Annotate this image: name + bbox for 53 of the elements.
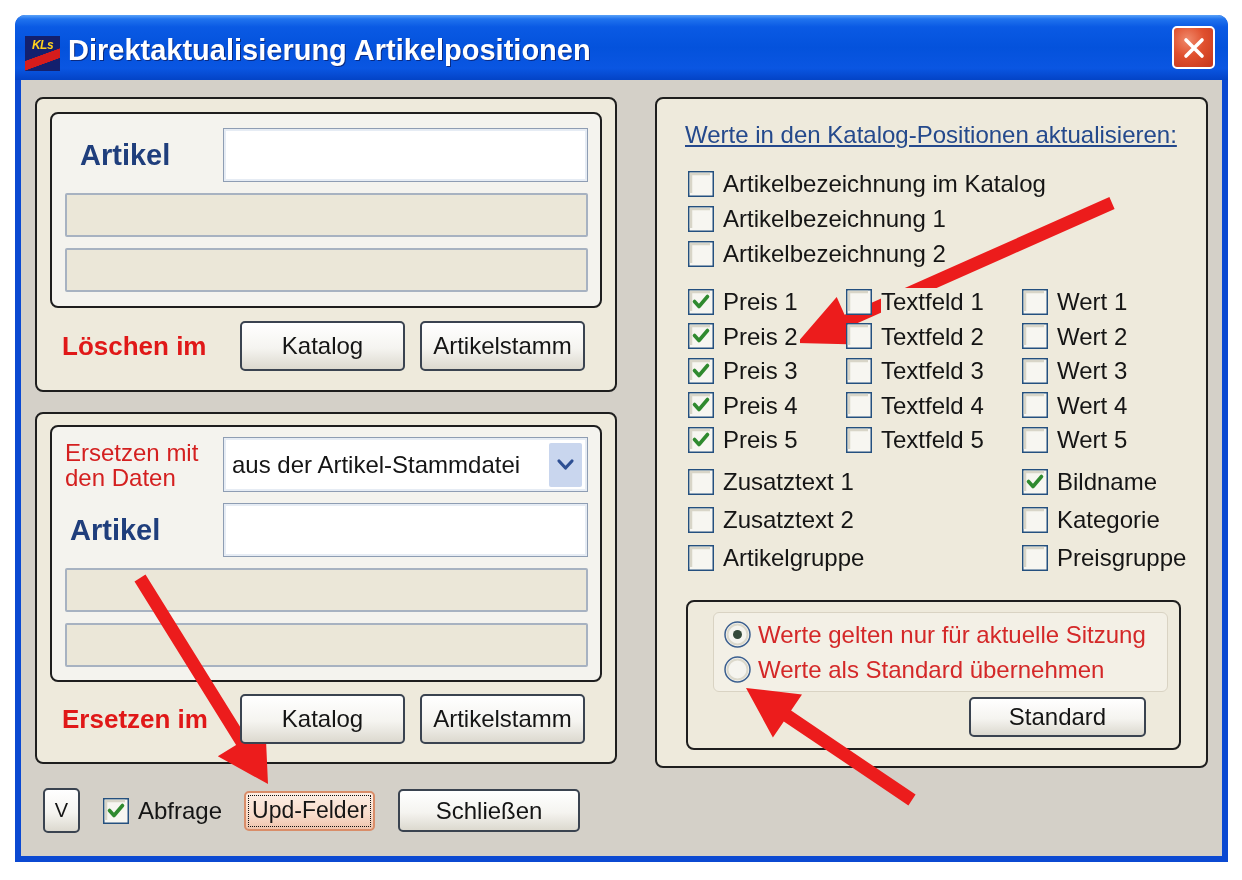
- checkbox-label: Abfrage: [138, 797, 223, 824]
- checkbox[interactable]: [846, 357, 872, 384]
- action-button[interactable]: Katalog: [240, 321, 405, 371]
- action-button[interactable]: Artikelstamm: [420, 321, 585, 371]
- field-label: Artikel: [69, 513, 162, 547]
- checkbox[interactable]: [1022, 357, 1048, 384]
- checkbox[interactable]: [688, 426, 714, 453]
- checkbox[interactable]: [846, 288, 872, 315]
- field-label: Artikel: [79, 138, 172, 172]
- checkbox[interactable]: [688, 357, 714, 384]
- close-button[interactable]: [1172, 26, 1215, 69]
- checkbox[interactable]: [1022, 323, 1048, 349]
- action-button[interactable]: Katalog: [240, 694, 405, 744]
- action-label: Löschen im: [62, 330, 208, 362]
- checkbox[interactable]: [1022, 392, 1048, 418]
- checkbox[interactable]: [688, 392, 714, 418]
- dialog-button[interactable]: Upd-Felder: [244, 790, 376, 831]
- checkbox[interactable]: [688, 288, 714, 315]
- app-logo: KLs: [25, 36, 60, 71]
- input-field[interactable]: [223, 128, 588, 182]
- checkbox[interactable]: [688, 468, 714, 495]
- checkbox[interactable]: [1022, 288, 1048, 315]
- checkbox[interactable]: [688, 240, 714, 267]
- window-title: Direktaktualisierung Artikelpositionen: [68, 32, 592, 68]
- action-button[interactable]: Standard: [969, 697, 1146, 737]
- checkbox[interactable]: [846, 323, 872, 349]
- chevron-down-icon: [549, 442, 582, 487]
- checkbox[interactable]: [688, 323, 714, 349]
- checkbox[interactable]: [1022, 544, 1048, 571]
- radio-button[interactable]: [724, 656, 751, 683]
- radio-button[interactable]: [724, 621, 751, 648]
- dropdown[interactable]: aus der Artikel-Stammdatei: [223, 437, 588, 492]
- checkbox[interactable]: [846, 392, 872, 418]
- dialog-button[interactable]: V: [43, 788, 80, 833]
- checkbox-label: Textfeld 1: [881, 288, 986, 315]
- close-icon: [1182, 36, 1205, 59]
- radio-label: Werte als Standard übernehmen: [758, 656, 1105, 683]
- checkbox[interactable]: [103, 797, 129, 824]
- checkbox[interactable]: [1022, 468, 1048, 495]
- field-label: Ersetzen mit den Daten: [65, 439, 200, 490]
- input-field[interactable]: [223, 503, 588, 557]
- checkbox[interactable]: [688, 205, 714, 232]
- section-heading: Werte in den Katalog-Positionen aktualisieren:: [685, 121, 1177, 148]
- checkbox[interactable]: [1022, 506, 1048, 533]
- radio-label: Werte gelten nur für aktuelle Sitzung: [758, 621, 1146, 648]
- checkbox[interactable]: [1022, 426, 1048, 453]
- action-button[interactable]: Artikelstamm: [420, 694, 585, 744]
- checkbox[interactable]: [846, 426, 872, 453]
- action-label: Ersetzen im: [62, 703, 209, 735]
- checkbox[interactable]: [688, 170, 714, 197]
- checkbox[interactable]: [688, 506, 714, 533]
- checkbox[interactable]: [688, 544, 714, 571]
- dialog-button[interactable]: Schließen: [398, 789, 581, 832]
